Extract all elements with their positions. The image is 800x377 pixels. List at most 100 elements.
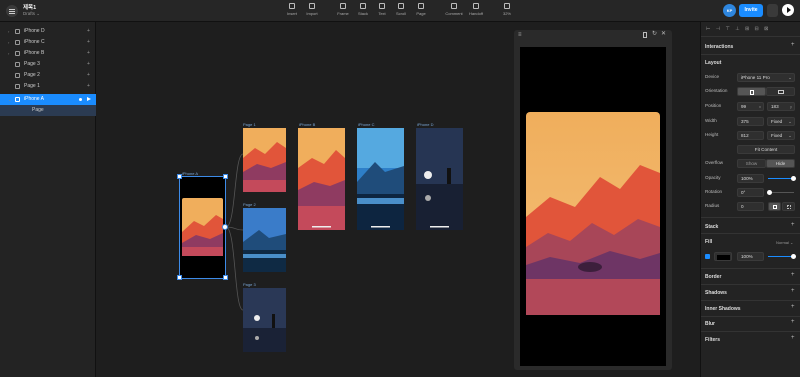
opacity-slider-knob[interactable] (791, 176, 796, 181)
frame-iphone-a[interactable] (179, 176, 226, 279)
divider (701, 54, 800, 55)
invite-button[interactable]: Invite (739, 4, 763, 17)
frame-page-2[interactable] (243, 208, 286, 272)
border-heading: Border (705, 274, 722, 280)
fill-checkbox[interactable] (705, 254, 710, 259)
plus-icon[interactable]: + (791, 304, 795, 310)
layer-iphone-d[interactable]: › iPhone D + (0, 26, 96, 37)
corners-icon (787, 205, 791, 209)
overflow-show[interactable]: Show (737, 159, 766, 168)
radius-uniform-toggle[interactable] (768, 202, 781, 211)
plus-icon[interactable]: + (791, 42, 795, 48)
plus-icon[interactable]: + (791, 222, 795, 228)
plus-icon[interactable]: + (87, 26, 90, 37)
radius-individual-toggle[interactable] (782, 202, 795, 211)
layer-page-2[interactable]: Page 2 + (0, 70, 96, 81)
opacity-input[interactable]: 100% (737, 174, 764, 183)
home-icon[interactable] (79, 98, 82, 101)
plus-icon[interactable]: + (87, 81, 90, 92)
layer-iphone-b[interactable]: › iPhone B + (0, 48, 96, 59)
plus-icon[interactable]: + (791, 288, 795, 294)
page-icon (15, 73, 20, 78)
width-label: Width (705, 118, 717, 123)
chevron-right-icon: › (8, 29, 10, 34)
fit-content-button[interactable]: Fit Content (737, 145, 795, 154)
y-input[interactable]: 183 y (767, 102, 795, 111)
play-icon (786, 7, 791, 13)
width-mode-select[interactable]: Fixed ⌄ (767, 117, 795, 126)
project-location[interactable]: Drafts ⌄ (23, 11, 40, 17)
refresh-icon[interactable]: ↻ (652, 30, 657, 37)
fill-opacity-input[interactable]: 100% (737, 252, 764, 261)
fill-blend-mode[interactable]: Normal ⌄ (776, 240, 793, 245)
layer-label: iPhone A (24, 96, 45, 102)
filters-heading: Filters (705, 337, 721, 343)
plus-icon[interactable]: + (87, 70, 90, 81)
plus-icon[interactable]: + (791, 335, 795, 341)
width-input[interactable]: 375 (737, 117, 764, 126)
inner-shadows-heading: Inner Shadows (705, 306, 741, 312)
design-canvas[interactable]: iPhone A Page 1 Page 2 Page 3 iPhone B i… (96, 22, 700, 377)
fill-color-swatch[interactable] (714, 252, 732, 261)
chevron-down-icon: ⌄ (8, 97, 12, 102)
handoff-button[interactable]: Handoff (464, 3, 488, 16)
comment-button[interactable]: Comment (442, 3, 466, 16)
connector-handle[interactable] (222, 224, 228, 230)
rotation-slider-knob[interactable] (767, 190, 772, 195)
close-icon[interactable]: ✕ (661, 30, 666, 37)
height-input[interactable]: 812 (737, 131, 764, 140)
import-button[interactable]: Import (300, 3, 324, 16)
layer-page-1[interactable]: Page 1 + (0, 81, 96, 92)
avatar[interactable]: KP (723, 4, 736, 17)
preview-screen[interactable] (520, 47, 666, 366)
app-window: 제목1 Drafts ⌄ Insert Import Frame Stack T… (0, 0, 800, 377)
layer-label: iPhone B (24, 50, 45, 56)
fill-opacity-knob[interactable] (791, 254, 796, 259)
landscape-thumbnail (298, 150, 345, 230)
resize-handle[interactable] (177, 174, 182, 179)
layer-page[interactable]: Page (0, 105, 96, 116)
hamburger-icon[interactable]: ≡ (518, 32, 522, 38)
landscape-thumbnail (243, 314, 286, 352)
rotation-input[interactable]: 0° (737, 188, 764, 197)
plus-icon[interactable]: + (87, 59, 90, 70)
resize-handle[interactable] (223, 174, 228, 179)
height-mode-select[interactable]: Fixed ⌄ (767, 131, 795, 140)
alignment-icons[interactable]: ⊢ ⊣ ⊤ ⊥ ⊞ ⊟ ⊠ (706, 26, 770, 32)
page-button[interactable]: Page (409, 3, 433, 16)
menu-icon[interactable] (6, 5, 18, 17)
x-value: 99 (741, 104, 747, 109)
page-icon (15, 84, 20, 89)
plus-icon[interactable]: + (791, 272, 795, 278)
frame-iphone-d[interactable] (416, 128, 463, 230)
layer-label: Page (32, 107, 44, 113)
plus-icon[interactable]: + (87, 48, 90, 59)
radius-input[interactable]: 0 (737, 202, 764, 211)
layer-iphone-c[interactable]: › iPhone C + (0, 37, 96, 48)
rotation-label: Rotation (705, 189, 723, 194)
frame-page-3[interactable] (243, 288, 286, 352)
portrait-toggle[interactable] (737, 87, 766, 96)
frame-page-1[interactable] (243, 128, 286, 192)
plus-icon[interactable]: + (791, 319, 795, 325)
device-select[interactable]: iPhone 11 Pro ⌄ (737, 73, 795, 82)
frame-icon (340, 3, 346, 9)
layer-label: iPhone C (24, 39, 45, 45)
zoom-button[interactable]: 32% (495, 3, 519, 16)
resize-handle[interactable] (223, 275, 228, 280)
x-input[interactable]: 99 x (737, 102, 764, 111)
share-button[interactable] (767, 4, 778, 17)
device-icon[interactable] (643, 32, 647, 38)
layer-iphone-a[interactable]: ⌄ iPhone A (0, 94, 96, 105)
overflow-hide[interactable]: Hide (766, 159, 795, 168)
import-label: Import (306, 11, 318, 16)
resize-handle[interactable] (177, 275, 182, 280)
preview-button[interactable] (782, 4, 794, 16)
plus-icon[interactable]: + (87, 37, 90, 48)
play-icon[interactable] (87, 97, 91, 101)
project-title[interactable]: 제목1 (23, 3, 36, 11)
frame-iphone-c[interactable] (357, 128, 404, 230)
layer-page-3[interactable]: Page 3 + (0, 59, 96, 70)
landscape-toggle[interactable] (766, 87, 795, 96)
frame-iphone-b[interactable] (298, 128, 345, 230)
